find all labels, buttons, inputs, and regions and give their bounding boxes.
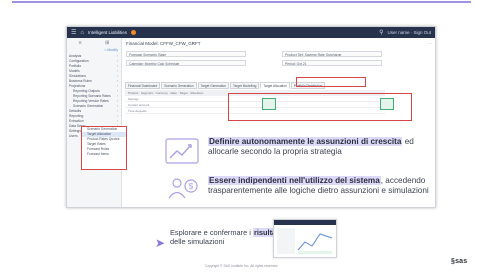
nav-item-label: Scenario Generation [73,104,104,108]
workspace-tab[interactable]: Target Allocation [260,82,290,89]
feature-independence-text: Essere indipendenti nell'utilizzo del si… [208,176,430,196]
dollar-users-icon: $ [164,174,202,204]
nav-header: ≡ ⊞ [67,38,121,48]
explore-results-text: Esplorare e confermare i risultati delle… [170,228,282,246]
line-field[interactable]: Product Set: Savings Rate Surcharge [282,51,382,57]
nav-item-label: Reporting [69,114,84,118]
arrow-right-icon: ➤ [155,236,166,250]
nav-item-label: Projections [69,84,86,88]
workspace-actions-icon[interactable]: ⋯ [428,41,433,47]
nav-item-label: Reporting Version Rates [73,99,109,103]
feature-overlay: Definire autonomamente le assunzioni di … [160,126,430,206]
presentation-slide: ☰ ⌂ Intelligent Liabilities ⚲ User name … [0,0,483,277]
workspace-tab[interactable]: Scenario Generation [161,82,197,89]
nav-item-label: Settings [69,129,81,133]
feature-growth-emphasis: Definire autonomamente le assunzioni di … [208,137,403,146]
notification-icon[interactable] [131,30,137,35]
workspace-tab[interactable]: Target Generation [197,82,230,89]
workspace-tab[interactable]: Financial Dashboard [125,82,161,89]
app-title: Intelligent Liabilities [88,30,128,35]
nav-item-label: Models [69,69,80,73]
results-thumbnail [273,219,337,258]
copyright-footer: Copyright © SAS Institute Inc. All right… [204,264,279,268]
nav-list-icon[interactable]: ≡ [79,40,82,48]
nav-item-label: Simulations [69,74,87,78]
tab-highlight-frame [296,77,366,87]
navigation-panel: ≡ ⊞ < Modify Analysis › Configuration › Port… [67,38,122,207]
scenario-field[interactable]: Forecast Scenario: Base [126,51,246,57]
svg-text:$: $ [189,182,194,191]
feature-growth-text: Definire autonomamente le assunzioni di … [208,137,428,157]
nav-item-label: Extraction [69,119,84,123]
nav-item-label: Analysis [69,54,82,58]
tree-item[interactable]: Forecast Items [82,152,126,157]
explore-suffix: delle simulazioni [170,237,225,246]
nav-item-label: Business Rules [69,79,92,83]
nav-item-label: Portfolio [69,64,82,68]
menu-icon[interactable]: ☰ [71,30,76,36]
app-top-bar: ☰ ⌂ Intelligent Liabilities ⚲ User name … [67,27,435,38]
navigation-tree-highlight: Scenario Generation Target Allocation Prod… [81,126,127,170]
nav-item-label: Users [69,134,78,138]
nav-item-label: Defaults [69,109,82,113]
workspace-title: Financial Model: CFFW_CFW_GRFT [126,41,201,46]
nav-item-label: Reporting Scenario Rates [73,94,111,98]
nav-grid-icon[interactable]: ⊞ [105,40,109,48]
workspace-close-icon[interactable]: × [192,41,195,46]
sas-logo: §sas [451,258,468,265]
calendar-field[interactable]: Calendar: Monthly Calc Schedule [126,60,246,66]
accent-line [12,1,471,3]
explore-prefix: Esplorare e confermare i [170,228,253,237]
search-icon[interactable]: ⚲ [379,30,383,36]
feature-independence-emphasis: Essere indipendenti nell'utilizzo del si… [208,176,381,185]
period-field[interactable]: Period: Oct 21 [282,60,382,66]
nav-item-label: Configuration [69,59,89,63]
home-icon[interactable]: ⌂ [80,30,84,36]
chart-growth-icon [164,136,202,166]
user-menu[interactable]: User name · Sign Out [387,30,431,35]
nav-item-label: Reporting Outputs [73,89,100,93]
workspace-tab[interactable]: Target Modelling [230,82,260,89]
grid-highlight-frame [228,93,412,121]
